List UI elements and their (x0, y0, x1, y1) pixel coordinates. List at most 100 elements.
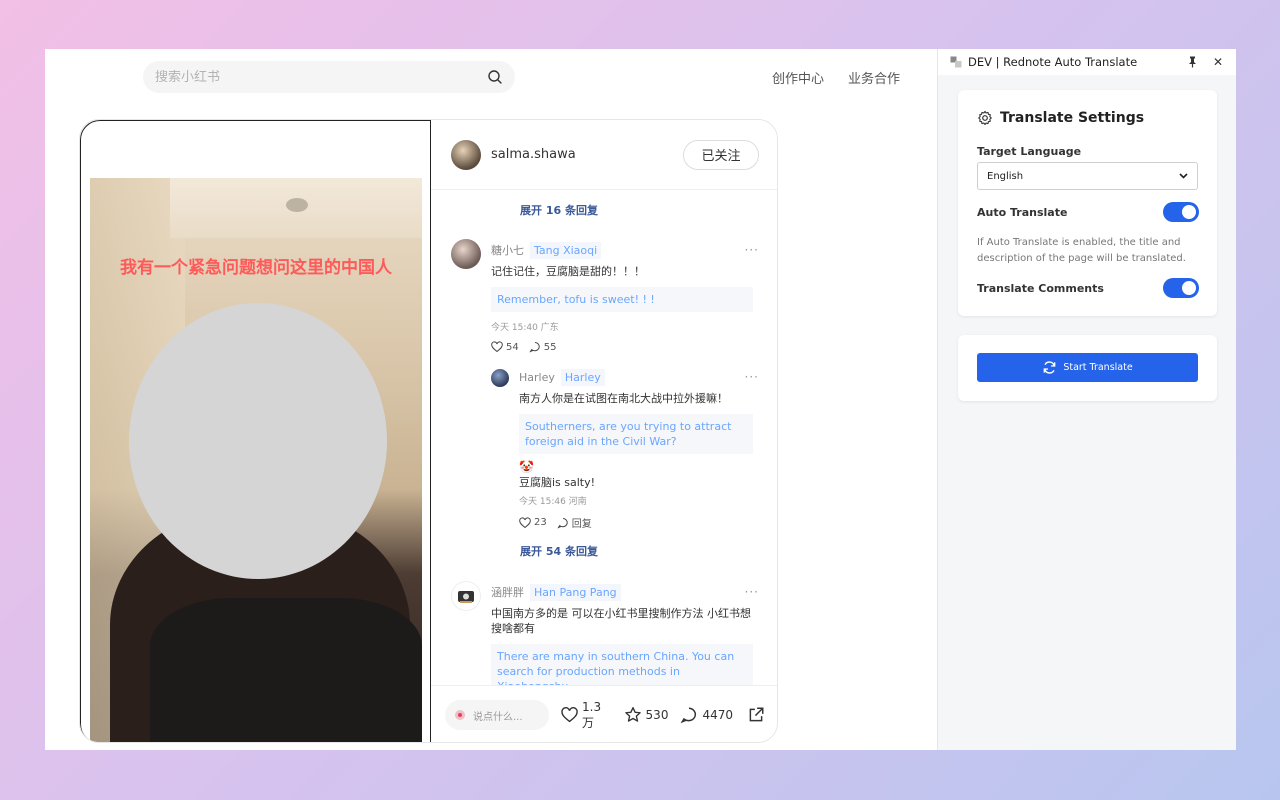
refresh-icon (1043, 361, 1056, 374)
close-icon[interactable]: ✕ (1211, 55, 1225, 69)
reply-body: Harley Harley ··· 南方人你是在试图在南北大战中拉外援嘛！ So… (519, 366, 759, 530)
comment-text: 记住记住，豆腐脑是甜的！！！ (491, 265, 645, 278)
comment-list[interactable]: 展开 16 条回复 糖小七 Tang Xiaoqi ··· 记住记住，豆腐脑是甜… (431, 191, 777, 685)
settings-heading: Translate Settings (977, 110, 1144, 126)
translate-comments-toggle[interactable] (1163, 278, 1199, 298)
author-avatar[interactable] (451, 139, 481, 170)
comment-reply-button[interactable]: 55 (529, 341, 557, 353)
rednote-page: 创作中心 业务合作 我有一个紧急问题想问这里的中国人 salma.shawa (45, 49, 937, 750)
extension-side-panel: DEV | Rednote Auto Translate ✕ Translate… (937, 49, 1236, 750)
comment-input[interactable]: 说点什么... (445, 700, 549, 730)
reply-reply-button[interactable]: 回复 (557, 515, 592, 530)
comment-translation: Remember, tofu is sweet! ! ! (491, 287, 753, 312)
heart-icon (491, 341, 503, 353)
comment-reply-count: 55 (543, 341, 557, 353)
comment-like-button[interactable]: 54 (491, 341, 519, 353)
auto-translate-toggle[interactable] (1163, 202, 1199, 222)
reply-translation: Southerners, are you trying to attract f… (519, 414, 753, 454)
photo-ceiling-light (286, 198, 308, 212)
comment-avatar[interactable] (451, 239, 481, 269)
heart-icon (561, 707, 578, 723)
target-language-select[interactable]: English (977, 162, 1198, 190)
nav-business[interactable]: 业务合作 (848, 68, 900, 87)
note-photo: 我有一个紧急问题想问这里的中国人 (90, 178, 422, 742)
comment-author[interactable]: 涵胖胖 (491, 584, 524, 600)
photo-caption: 我有一个紧急问题想问这里的中国人 (120, 258, 392, 278)
note-detail: 我有一个紧急问题想问这里的中国人 salma.shawa 已关注 展开 16 条… (79, 119, 778, 743)
like-button[interactable]: 1.3万 (561, 700, 612, 731)
comments-panel: salma.shawa 已关注 展开 16 条回复 糖小七 Tang Xiaoq… (431, 120, 777, 742)
comment-author-translation: Tang Xiaoqi (530, 241, 602, 259)
comment-author-translation: Han Pang Pang (530, 583, 621, 601)
comment-like-count: 54 (506, 341, 519, 353)
auto-translate-label: Auto Translate (977, 206, 1068, 219)
comment-avatar[interactable] (451, 581, 481, 611)
share-icon (749, 707, 764, 722)
target-language-label: Target Language (977, 145, 1082, 158)
comment-body: 糖小七 Tang Xiaoqi ··· 记住记住，豆腐脑是甜的！！！ Remem… (491, 239, 759, 353)
extension-logo-icon (950, 56, 962, 68)
reply-avatar[interactable] (491, 369, 509, 387)
comment-input-placeholder: 说点什么... (473, 711, 523, 723)
comments-button[interactable]: 4470 (680, 706, 733, 724)
expand-replies-link[interactable]: 展开 54 条回复 (520, 543, 598, 559)
comment-text: 中国南方多的是 可以在小红书里搜制作方法 小红书想搜啥都有 (491, 607, 751, 635)
more-options-icon[interactable]: ··· (745, 585, 759, 599)
comment-body: 涵胖胖 Han Pang Pang ··· 中国南方多的是 可以在小红书里搜制作… (491, 581, 759, 685)
note-media[interactable]: 我有一个紧急问题想问这里的中国人 (80, 120, 431, 742)
comment-item: 糖小七 Tang Xiaoqi ··· 记住记住，豆腐脑是甜的！！！ Remem… (451, 239, 759, 569)
author-bar: salma.shawa 已关注 (431, 120, 777, 190)
search-bar[interactable] (143, 61, 515, 93)
settings-title: Translate Settings (1000, 110, 1145, 126)
chat-bubble-icon (557, 517, 568, 528)
share-button[interactable] (747, 706, 765, 724)
side-panel-title: DEV | Rednote Auto Translate (968, 55, 1138, 69)
nav-creator-center[interactable]: 创作中心 (772, 68, 824, 87)
face-blur-overlay (129, 303, 387, 579)
search-icon[interactable] (487, 69, 503, 85)
reply-emoji: 🤡 (519, 460, 534, 474)
reply-reply-label: 回复 (571, 519, 592, 530)
pin-icon[interactable] (1185, 55, 1199, 69)
comment-meta: 今天 15:40 广东 (491, 323, 559, 333)
user-avatar-dot-icon (455, 710, 465, 720)
author-name[interactable]: salma.shawa (491, 147, 683, 162)
star-icon (624, 707, 641, 722)
browser-window: 创作中心 业务合作 我有一个紧急问题想问这里的中国人 salma.shawa (45, 49, 1236, 750)
expand-replies-link[interactable]: 展开 16 条回复 (520, 202, 598, 218)
follow-button[interactable]: 已关注 (683, 139, 759, 170)
collect-button[interactable]: 530 (624, 706, 669, 724)
chat-bubble-icon (680, 707, 697, 724)
camera-avatar-icon (458, 591, 474, 603)
chevron-down-icon (1179, 173, 1188, 179)
reply-item: Harley Harley ··· 南方人你是在试图在南北大战中拉外援嘛！ So… (491, 366, 759, 559)
reply-meta: 今天 15:46 河南 (519, 497, 587, 507)
more-options-icon[interactable]: ··· (745, 243, 759, 257)
target-language-value: English (987, 170, 1024, 182)
comment-translation: There are many in southern China. You ca… (491, 644, 753, 685)
translate-comments-label: Translate Comments (977, 282, 1104, 295)
collect-count: 530 (645, 708, 669, 722)
heart-icon (519, 516, 531, 528)
reply-author[interactable]: Harley (519, 371, 555, 384)
reply-like-count: 23 (534, 517, 547, 528)
start-translate-label: Start Translate (1063, 362, 1133, 373)
reply-extra-text: 豆腐脑is salty! (519, 476, 596, 489)
auto-translate-help: If Auto Translate is enabled, the title … (977, 237, 1186, 264)
reply-author-translation: Harley (560, 368, 605, 386)
like-count: 1.3万 (582, 699, 602, 730)
reply-text: 南方人你是在试图在南北大战中拉外援嘛！ (519, 392, 728, 405)
search-input[interactable] (155, 69, 487, 85)
engagement-bar: 说点什么... 1.3万 530 4470 (431, 685, 777, 742)
chat-bubble-icon (529, 342, 540, 353)
start-translate-card: Start Translate (958, 335, 1217, 401)
side-panel-titlebar: DEV | Rednote Auto Translate ✕ (938, 49, 1236, 75)
reply-like-button[interactable]: 23 (519, 516, 547, 529)
comment-author[interactable]: 糖小七 (491, 242, 524, 258)
photo-shirt (150, 598, 422, 742)
comment-count: 4470 (702, 708, 733, 722)
comment-item: 涵胖胖 Han Pang Pang ··· 中国南方多的是 可以在小红书里搜制作… (451, 581, 759, 685)
start-translate-button[interactable]: Start Translate (977, 353, 1198, 382)
more-options-icon[interactable]: ··· (745, 370, 759, 384)
gear-icon (978, 110, 992, 126)
